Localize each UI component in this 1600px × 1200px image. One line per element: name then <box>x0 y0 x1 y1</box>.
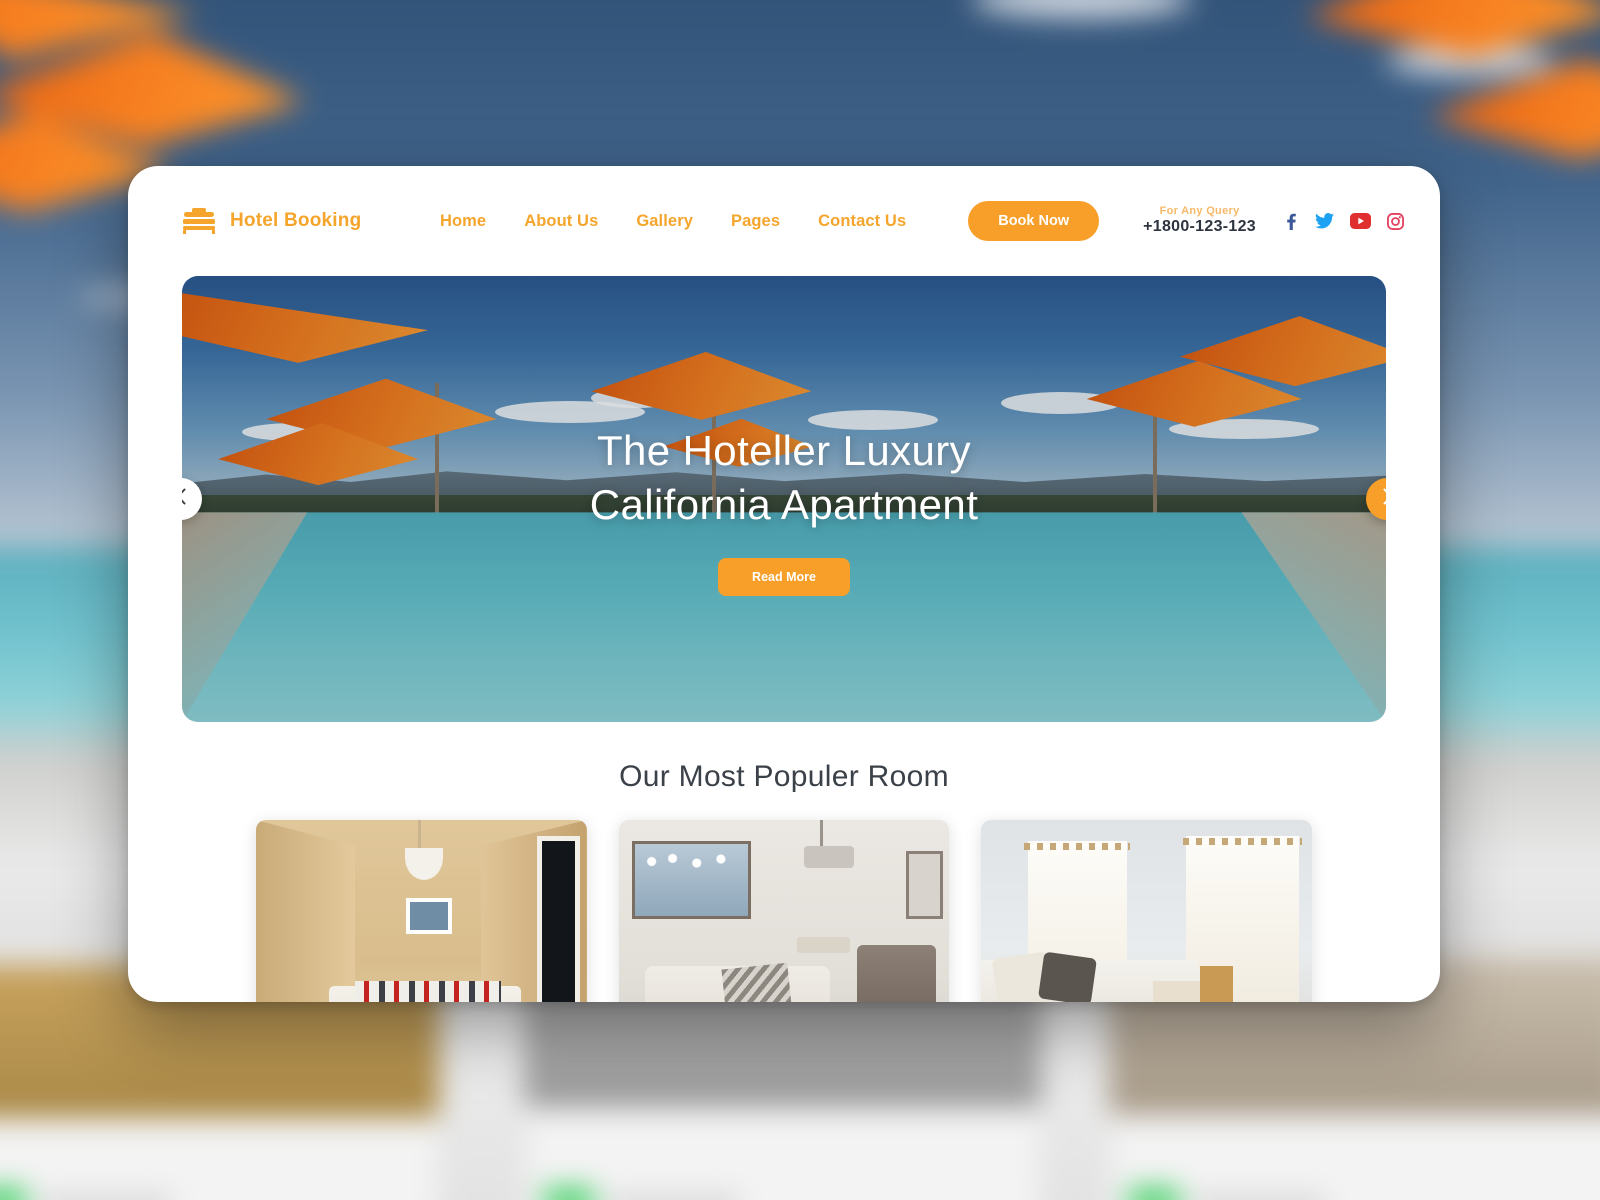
room-pendant-shade <box>803 846 854 868</box>
room-pendant-lamp <box>404 848 443 880</box>
room-wall-left <box>256 820 356 1002</box>
room-card[interactable] <box>981 820 1313 1002</box>
room-wall-art-detail <box>638 846 745 878</box>
query-label: For Any Query <box>1159 205 1240 218</box>
nav-item-pages[interactable]: Pages <box>731 212 780 231</box>
room-pendant-cord <box>820 820 824 848</box>
hero-title: The Hoteller Luxury California Apartment <box>589 427 979 528</box>
nav-item-gallery[interactable]: Gallery <box>636 212 693 231</box>
room-small-frame <box>906 851 943 919</box>
brand-name: Hotel Booking <box>230 210 362 231</box>
room-image-wooden-cabin-bedroom <box>256 820 587 1002</box>
background-rating-badge <box>1127 1188 1180 1200</box>
room-card[interactable] <box>256 820 587 1002</box>
website-card: Hotel Booking Home About Us Gallery Page… <box>128 166 1440 1002</box>
query-phone[interactable]: +1800-123-123 <box>1143 218 1256 236</box>
chevron-left-icon <box>182 488 187 510</box>
room-dark-pillow <box>1037 951 1097 1002</box>
site-header: Hotel Booking Home About Us Gallery Page… <box>128 166 1440 276</box>
brand-logo[interactable]: Hotel Booking <box>182 208 361 234</box>
room-wall-picture <box>406 898 453 934</box>
nav-item-contact-us[interactable]: Contact Us <box>818 212 906 231</box>
nav-item-about-us[interactable]: About Us <box>524 212 598 231</box>
twitter-icon[interactable] <box>1315 212 1334 230</box>
room-curtain-rod-left <box>1024 843 1131 851</box>
facebook-icon[interactable] <box>1282 212 1299 230</box>
rooms-list <box>128 820 1440 1002</box>
read-more-button[interactable]: Read More <box>718 557 850 596</box>
background-rating-badge <box>542 1188 595 1200</box>
room-window <box>537 835 581 1002</box>
room-console-table <box>797 937 851 953</box>
room-cushions <box>721 962 794 1002</box>
room-armchair <box>856 944 937 1002</box>
main-nav: Home About Us Gallery Pages Contact Us <box>440 212 906 231</box>
bed-icon <box>182 208 216 234</box>
chevron-right-icon <box>1382 488 1386 510</box>
room-image-modern-living-room <box>618 820 950 1002</box>
contact-query-block: For Any Query +1800-123-123 <box>1143 205 1256 236</box>
background-rating-badge <box>0 1188 28 1200</box>
instagram-icon[interactable] <box>1387 212 1404 230</box>
room-throw-blanket <box>1153 981 1200 1002</box>
room-curtain-rod-right <box>1183 838 1303 846</box>
rooms-section-title: Our Most Populer Room <box>619 760 949 793</box>
book-now-button[interactable]: Book Now <box>968 201 1100 241</box>
hero-slider: The Hoteller Luxury California Apartment… <box>182 276 1386 722</box>
youtube-icon[interactable] <box>1350 213 1371 229</box>
room-image-bright-bedroom <box>981 820 1313 1002</box>
social-links <box>1282 212 1404 230</box>
room-blanket <box>355 981 501 1002</box>
room-card[interactable] <box>618 820 950 1002</box>
hero-content: The Hoteller Luxury California Apartment… <box>182 276 1386 722</box>
nav-item-home[interactable]: Home <box>440 212 486 231</box>
